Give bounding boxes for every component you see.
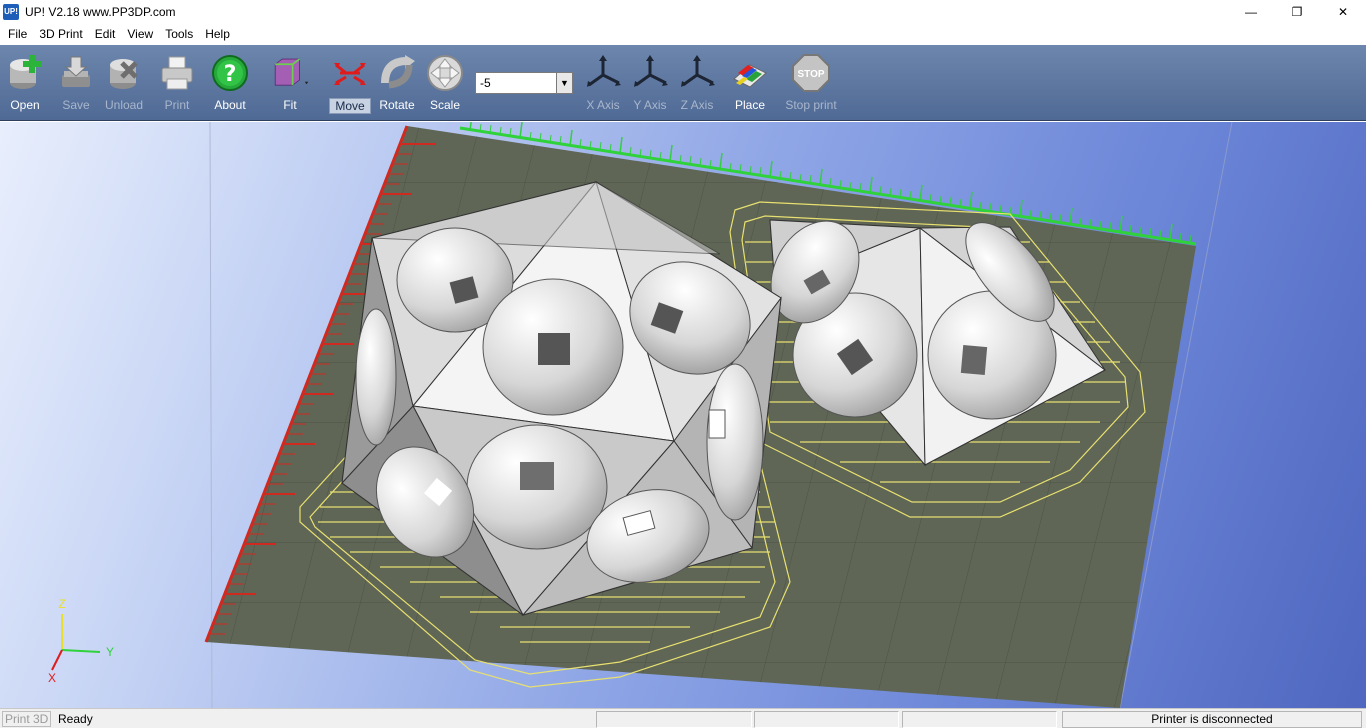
help-glyph: ? (224, 62, 237, 87)
y-axis-icon (630, 51, 670, 95)
status-mode: Print 3D (2, 711, 52, 727)
rotate-label: Rotate (379, 98, 415, 112)
scale-icon (425, 51, 465, 95)
z-axis-button[interactable]: Z Axis (672, 51, 722, 117)
menu-bar: File 3D Print Edit View Tools Help (0, 23, 1366, 45)
status-message: Ready (58, 712, 93, 726)
z-axis-icon (677, 51, 717, 95)
window-title: UP! V2.18 www.PP3DP.com (25, 4, 176, 19)
step-value: -5 (480, 76, 491, 90)
minimize-icon: — (1245, 4, 1257, 19)
x-axis-button[interactable]: X Axis (578, 51, 628, 117)
open-icon (5, 51, 45, 95)
move-icon (330, 51, 370, 95)
axis-z-label: Z (58, 597, 65, 611)
status-panel-2 (754, 711, 899, 728)
fit-button[interactable]: Fit (265, 51, 315, 117)
unload-button[interactable]: Unload (99, 51, 149, 117)
x-axis-icon (583, 51, 623, 95)
stop-print-button[interactable]: STOP Stop print (780, 51, 842, 117)
scale-label: Scale (429, 98, 461, 112)
frame-line-left (209, 122, 213, 708)
fit-label: Fit (283, 98, 297, 112)
stop-print-label: Stop print (785, 98, 837, 112)
printer-icon (157, 51, 197, 95)
close-icon: ✕ (1337, 4, 1349, 19)
minimize-button[interactable]: — (1228, 0, 1274, 23)
unload-label: Unload (104, 98, 144, 112)
stop-sign-icon: STOP (791, 51, 831, 95)
toolbar: Open Save Unload Print ? About Fit Move … (0, 45, 1366, 121)
menu-edit[interactable]: Edit (89, 23, 122, 45)
open-label: Open (10, 98, 40, 112)
place-button[interactable]: Place (725, 51, 775, 117)
status-panel-3 (902, 711, 1057, 728)
step-value-select[interactable]: -5 ▼ (475, 72, 573, 94)
restore-icon: ❐ (1291, 4, 1303, 19)
axis-gizmo: Z Y X (48, 597, 114, 685)
restore-button[interactable]: ❐ (1274, 0, 1320, 23)
save-label: Save (62, 98, 90, 112)
close-button[interactable]: ✕ (1320, 0, 1366, 23)
stop-sign-text: STOP (797, 69, 824, 80)
axis-y-label: Y (106, 645, 114, 659)
printer-status: Printer is disconnected (1062, 711, 1362, 728)
chevron-down-icon[interactable]: ▼ (556, 73, 572, 93)
save-button[interactable]: Save (51, 51, 101, 117)
z-axis-label: Z Axis (680, 98, 714, 112)
scale-button[interactable]: Scale (420, 51, 470, 117)
save-icon (56, 51, 96, 95)
x-axis-label: X Axis (586, 98, 620, 112)
y-axis-button[interactable]: Y Axis (625, 51, 675, 117)
rotate-button[interactable]: Rotate (372, 51, 422, 117)
menu-view[interactable]: View (121, 23, 159, 45)
open-button[interactable]: Open (0, 51, 50, 117)
about-label: About (214, 98, 246, 112)
rotate-icon (377, 51, 417, 95)
app-icon: UP! (3, 3, 19, 20)
print-label: Print (164, 98, 190, 112)
help-icon: ? (210, 51, 250, 95)
title-bar: UP! UP! V2.18 www.PP3DP.com — ❐ ✕ (0, 0, 1366, 23)
menu-3d-print[interactable]: 3D Print (33, 23, 88, 45)
place-icon (730, 51, 770, 95)
axis-x-label: X (48, 671, 56, 685)
menu-help[interactable]: Help (199, 23, 236, 45)
place-label: Place (734, 98, 766, 112)
fit-icon (270, 51, 310, 95)
menu-tools[interactable]: Tools (159, 23, 199, 45)
3d-viewport[interactable]: Z Y X (0, 122, 1366, 708)
status-bar: Print 3D Ready Printer is disconnected (0, 708, 1366, 728)
move-button[interactable]: Move (325, 51, 375, 117)
window-controls: — ❐ ✕ (1228, 0, 1366, 23)
scene-svg: Z Y X (48, 122, 1233, 708)
print-button[interactable]: Print (152, 51, 202, 117)
status-panel-1 (596, 711, 752, 728)
y-axis-label: Y Axis (633, 98, 667, 112)
menu-file[interactable]: File (2, 23, 33, 45)
move-label: Move (329, 98, 371, 114)
about-button[interactable]: ? About (205, 51, 255, 117)
unload-icon (104, 51, 144, 95)
